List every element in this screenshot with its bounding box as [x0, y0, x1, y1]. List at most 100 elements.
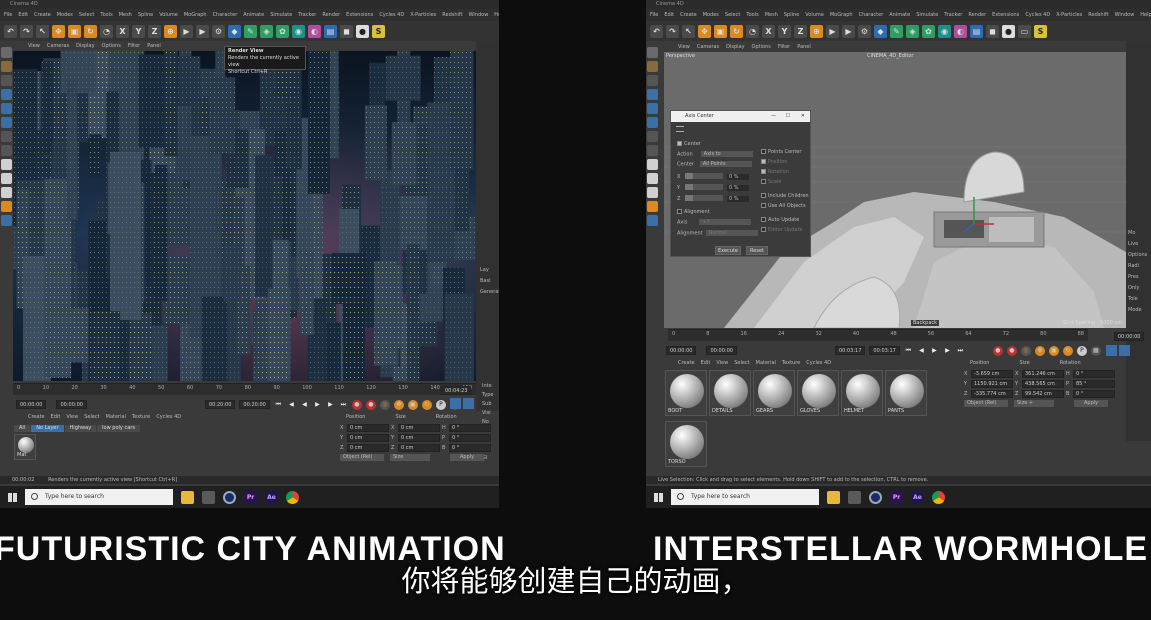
windows-start-icon[interactable]: [8, 492, 17, 502]
after-effects-icon[interactable]: Ae: [265, 490, 278, 504]
axis-value-field[interactable]: 0 %: [727, 195, 749, 202]
menu-item-volume[interactable]: Volume: [805, 9, 824, 21]
next-frame-icon[interactable]: ▶: [326, 400, 335, 409]
material-menu-cycles-4d[interactable]: Cycles 4D: [156, 414, 181, 420]
layer-tab[interactable]: low poly cars: [97, 425, 140, 432]
keyframe-icon[interactable]: ◎: [379, 399, 390, 410]
python-icon[interactable]: S: [372, 24, 385, 38]
menu-item-volume[interactable]: Volume: [159, 9, 178, 21]
autokey-icon[interactable]: ●: [365, 399, 376, 410]
size-field[interactable]: 361.246 cm: [1022, 369, 1064, 378]
x-axis-icon[interactable]: X: [116, 24, 129, 38]
material-menu-create[interactable]: Create: [28, 414, 45, 420]
material-menu-select[interactable]: Select: [734, 360, 749, 366]
menu-item-create[interactable]: Create: [680, 9, 697, 21]
attribute-label[interactable]: Radi: [1128, 261, 1147, 272]
viewport-menu-options[interactable]: Options: [752, 43, 771, 51]
cinema4d-icon[interactable]: [869, 490, 882, 504]
y-axis-icon[interactable]: Y: [132, 24, 145, 38]
menu-item-cycles-4d[interactable]: Cycles 4D: [379, 9, 404, 21]
viewport-menu-options[interactable]: Options: [102, 42, 121, 50]
timeline-ruler[interactable]: 0 8 16 24 32 40 48 56 64 72 80 88: [668, 329, 1088, 341]
menu-item-cycles-4d[interactable]: Cycles 4D: [1025, 9, 1050, 21]
menu-item-select[interactable]: Select: [79, 9, 94, 21]
option-checkbox[interactable]: [761, 169, 766, 174]
undo-icon[interactable]: ↶: [4, 24, 17, 38]
render-pv-icon[interactable]: ▶: [842, 24, 855, 38]
viewport-menu-panel[interactable]: Panel: [147, 42, 161, 50]
field-icon[interactable]: ◐: [308, 24, 321, 38]
menu-item-extensions[interactable]: Extensions: [346, 9, 373, 21]
alignment-checkbox[interactable]: [677, 209, 682, 214]
workplane-icon[interactable]: [647, 187, 658, 198]
menu-item-animate[interactable]: Animate: [889, 9, 910, 21]
render-pv-icon[interactable]: ▶: [196, 24, 209, 38]
menu-item-character[interactable]: Character: [859, 9, 884, 21]
texture-mode-icon[interactable]: [647, 61, 658, 72]
center-checkbox[interactable]: [677, 141, 682, 146]
menu-item-simulate[interactable]: Simulate: [916, 9, 938, 21]
workplane-icon[interactable]: [1, 187, 12, 198]
coord-system-icon[interactable]: ⊕: [810, 24, 823, 38]
dopesheet-icon[interactable]: [1119, 345, 1130, 356]
end-time-field[interactable]: 00:20:00: [204, 400, 236, 409]
apply-button[interactable]: Apply: [1074, 400, 1109, 407]
menu-item-help[interactable]: Help: [494, 9, 499, 21]
rotation-field[interactable]: 0 °: [449, 443, 491, 452]
material-menu-select[interactable]: Select: [84, 414, 99, 420]
option-checkbox[interactable]: [761, 227, 766, 232]
menu-item-spline[interactable]: Spline: [138, 9, 153, 21]
menu-item-modes[interactable]: Modes: [703, 9, 719, 21]
attribute-tab-label[interactable]: Lay: [480, 265, 499, 276]
attribute-label[interactable]: Tole: [1128, 294, 1147, 305]
move-icon[interactable]: ✥: [52, 24, 65, 38]
current-time-field[interactable]: 00:00:00: [706, 346, 737, 355]
file-explorer-icon[interactable]: [181, 490, 194, 504]
menu-item-window[interactable]: Window: [469, 9, 489, 21]
material-swatch[interactable]: Mat: [14, 434, 36, 460]
axis-mode-icon[interactable]: [647, 131, 658, 142]
record-icon[interactable]: ●: [351, 399, 362, 410]
points-mode-icon[interactable]: [1, 89, 12, 100]
start-time-field[interactable]: 00:00:00: [666, 346, 697, 355]
start-time-field[interactable]: 00:00:00: [16, 400, 47, 409]
menu-item-character[interactable]: Character: [213, 9, 238, 21]
prev-frame-icon[interactable]: ◀: [287, 400, 296, 409]
option-checkbox[interactable]: [761, 149, 766, 154]
layer-tab[interactable]: No Layer: [31, 425, 64, 432]
z-axis-icon[interactable]: Z: [794, 24, 807, 38]
key-param-icon[interactable]: P: [1076, 345, 1087, 356]
viewport-menu-view[interactable]: View: [678, 43, 690, 51]
lock-icon[interactable]: [1, 201, 12, 212]
current-time-field[interactable]: 00:00:00: [56, 400, 87, 409]
menu-item-extensions[interactable]: Extensions: [992, 9, 1019, 21]
snap-icon[interactable]: [647, 159, 658, 170]
axis-slider[interactable]: [685, 195, 723, 201]
recent-icon[interactable]: ◔: [746, 24, 759, 38]
after-effects-icon[interactable]: Ae: [911, 490, 924, 504]
align-select[interactable]: Normal: [705, 230, 758, 236]
menu-item-mesh[interactable]: Mesh: [765, 9, 778, 21]
keyframe-icon[interactable]: ◎: [1020, 345, 1031, 356]
rotation-field[interactable]: 0 °: [449, 423, 491, 432]
make-editable-icon[interactable]: [1, 47, 12, 58]
menu-item-animate[interactable]: Animate: [243, 9, 264, 21]
timeline-end-field[interactable]: 00:00:00: [1114, 332, 1145, 341]
camera-icon[interactable]: ◼: [340, 24, 353, 38]
pen-icon[interactable]: ✎: [890, 24, 903, 38]
minimize-icon[interactable]: —: [771, 111, 776, 122]
floor-icon[interactable]: ▭: [1018, 24, 1031, 38]
python-icon[interactable]: S: [1034, 24, 1047, 38]
menu-item-mesh[interactable]: Mesh: [119, 9, 132, 21]
rotation-field[interactable]: 85 °: [1073, 379, 1115, 388]
max-time-field[interactable]: 00:20:00: [239, 400, 270, 409]
material-menu-texture[interactable]: Texture: [782, 360, 800, 366]
execute-button[interactable]: Execute: [715, 246, 741, 255]
option-checkbox[interactable]: [761, 179, 766, 184]
taskbar-search[interactable]: Type here to search: [671, 489, 819, 505]
snap-settings-icon[interactable]: [647, 173, 658, 184]
axis-slider[interactable]: [685, 173, 723, 179]
menu-item-mograph[interactable]: MoGraph: [184, 9, 207, 21]
size-field[interactable]: 99.542 cm: [1022, 389, 1064, 398]
move-icon[interactable]: ✥: [698, 24, 711, 38]
